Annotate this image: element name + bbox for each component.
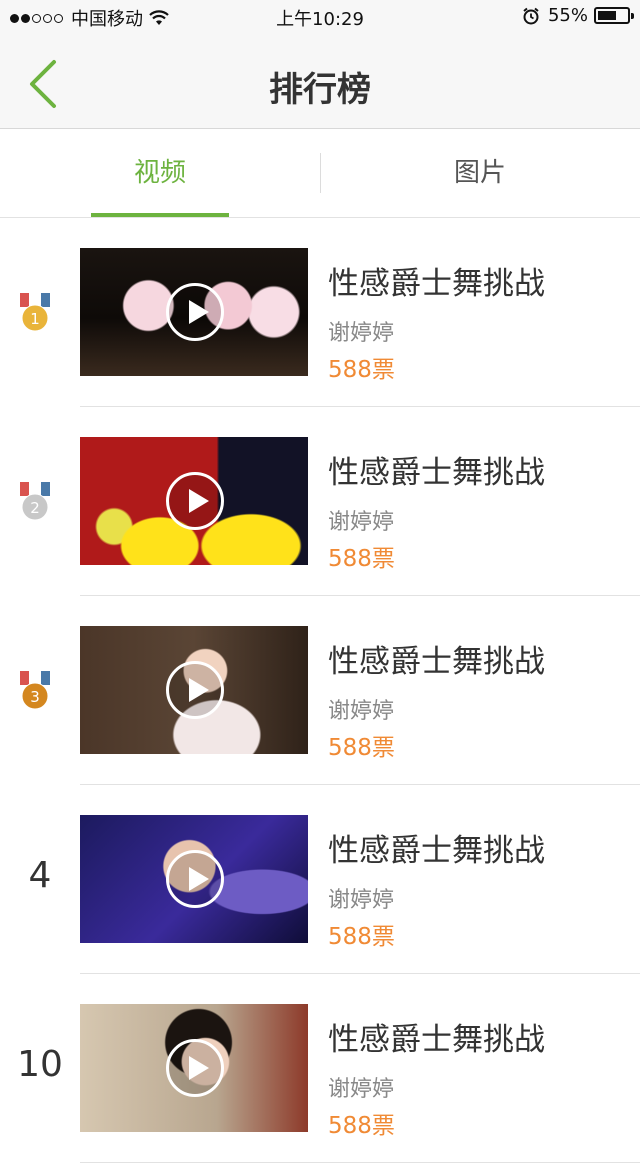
vote-count: 588票: [328, 546, 395, 572]
status-right: 55%: [522, 5, 634, 26]
nav-bar: 排行榜: [0, 32, 640, 129]
play-icon[interactable]: [166, 472, 224, 530]
medal-rank-text: 2: [30, 499, 40, 517]
tab-image[interactable]: 图片: [320, 129, 640, 218]
play-icon[interactable]: [166, 283, 224, 341]
play-icon[interactable]: [166, 850, 224, 908]
video-thumbnail[interactable]: [80, 815, 308, 943]
video-title[interactable]: 性感爵士舞挑战: [328, 825, 545, 870]
status-bar: 中国移动 上午10:29 55%: [0, 0, 640, 32]
battery-percent: 55%: [547, 5, 588, 26]
video-title[interactable]: 性感爵士舞挑战: [328, 258, 545, 303]
vote-count: 588票: [328, 924, 395, 950]
ranking-list: 1 性感爵士舞挑战 谢婷婷 588票 2 性感爵士舞挑战 谢婷婷 588票 3 …: [0, 218, 640, 1163]
author-name: 谢婷婷: [328, 510, 395, 535]
medal-rank-text: 3: [30, 688, 40, 706]
battery-icon: [594, 7, 634, 24]
list-item[interactable]: 4 性感爵士舞挑战 谢婷婷 588票: [0, 785, 640, 974]
author-name: 谢婷婷: [328, 888, 395, 913]
video-thumbnail[interactable]: [80, 437, 308, 565]
list-item[interactable]: 2 性感爵士舞挑战 谢婷婷 588票: [0, 407, 640, 596]
play-icon[interactable]: [166, 661, 224, 719]
list-item[interactable]: 1 性感爵士舞挑战 谢婷婷 588票: [0, 218, 640, 407]
video-thumbnail[interactable]: [80, 626, 308, 754]
medal-icon: 1: [20, 293, 50, 332]
vote-count: 588票: [328, 1113, 395, 1139]
list-item[interactable]: 3 性感爵士舞挑战 谢婷婷 588票: [0, 596, 640, 785]
medal-icon: 2: [20, 482, 50, 521]
video-thumbnail[interactable]: [80, 1004, 308, 1132]
video-title[interactable]: 性感爵士舞挑战: [328, 636, 545, 681]
tab-bar: 视频 图片: [0, 129, 640, 218]
play-icon[interactable]: [166, 1039, 224, 1097]
active-tab-indicator: [91, 213, 229, 217]
author-name: 谢婷婷: [328, 1077, 395, 1102]
author-name: 谢婷婷: [328, 699, 395, 724]
medal-icon: 3: [20, 671, 50, 710]
page-title: 排行榜: [269, 70, 371, 110]
author-name: 谢婷婷: [328, 321, 395, 346]
rank-number: 10: [17, 1044, 63, 1085]
list-item[interactable]: 10 性感爵士舞挑战 谢婷婷 588票: [0, 974, 640, 1163]
video-title[interactable]: 性感爵士舞挑战: [328, 447, 545, 492]
video-title[interactable]: 性感爵士舞挑战: [328, 1014, 545, 1059]
video-thumbnail[interactable]: [80, 248, 308, 376]
alarm-clock-icon: [523, 7, 539, 24]
rank-number: 4: [28, 855, 52, 896]
vote-count: 588票: [328, 735, 395, 761]
medal-rank-text: 1: [30, 310, 40, 328]
vote-count: 588票: [328, 357, 395, 383]
tab-video[interactable]: 视频: [0, 129, 320, 218]
